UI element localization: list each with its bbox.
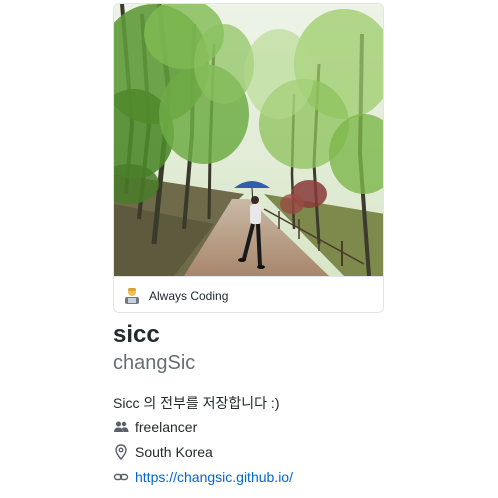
profile-login: changSic	[113, 352, 196, 374]
profile-name: sicc	[113, 321, 160, 348]
website-item: https://changsic.github.io/	[113, 467, 293, 487]
location-item: South Korea	[113, 442, 213, 462]
profile-bio: Sicc 의 전부를 저장합니다 :)	[113, 395, 280, 411]
profile-avatar-card[interactable]: Always Coding	[113, 3, 384, 313]
website-link[interactable]: https://changsic.github.io/	[135, 469, 293, 485]
technologist-emoji-icon	[125, 287, 139, 304]
location-icon	[115, 444, 127, 460]
location-text: South Korea	[135, 444, 213, 460]
company-item: freelancer	[113, 417, 197, 437]
avatar[interactable]	[114, 4, 384, 276]
status-text: Always Coding	[149, 288, 229, 303]
user-status[interactable]: Always Coding	[114, 276, 383, 312]
profile-names: sicc changSic	[113, 320, 413, 376]
company-text: freelancer	[135, 419, 198, 435]
link-icon	[113, 473, 129, 481]
people-icon	[114, 421, 129, 432]
